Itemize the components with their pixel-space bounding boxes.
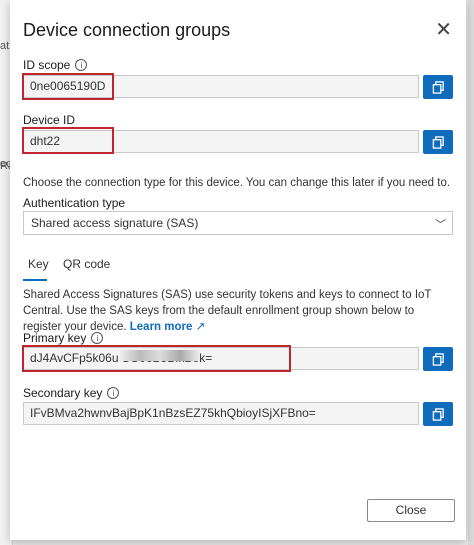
secondary-key-label: Secondary key i — [23, 386, 120, 400]
external-link-icon[interactable]: ↗ — [196, 321, 206, 333]
copy-icon — [432, 352, 444, 366]
id-scope-highlight — [22, 73, 114, 100]
secondary-key-field[interactable]: IFvBMva2hwnvBajBpK1nBzsEZ75khQbioyISjXFB… — [23, 402, 419, 425]
tab-key-underline — [23, 279, 47, 281]
device-id-label: Device ID — [23, 113, 75, 127]
background-scroll-edge — [468, 0, 474, 545]
tab-key[interactable]: Key — [28, 257, 49, 271]
primary-key-label: Primary key i — [23, 331, 104, 345]
background-text: at — [0, 40, 10, 52]
tab-qr-code[interactable]: QR code — [63, 257, 110, 271]
auth-type-select[interactable]: Shared access signature (SAS) ﹀ — [23, 211, 453, 235]
primary-key-highlight — [22, 345, 291, 372]
copy-icon — [432, 407, 444, 421]
info-icon[interactable]: i — [75, 59, 88, 71]
copy-device-id-button[interactable] — [423, 130, 453, 154]
sas-description: Shared Access Signatures (SAS) use secur… — [23, 287, 455, 335]
device-id-highlight — [22, 127, 114, 154]
auth-type-selected: Shared access signature (SAS) — [31, 216, 199, 230]
auth-type-label: Authentication type — [23, 196, 126, 210]
sas-description-text: Shared Access Signatures (SAS) use secur… — [23, 289, 432, 333]
info-icon[interactable]: i — [91, 332, 104, 344]
learn-more-link[interactable]: Learn more — [130, 321, 193, 333]
device-id-label-text: Device ID — [23, 113, 76, 127]
device-connection-dialog: Device connection groups ✕ ID scope i 0n… — [10, 0, 466, 540]
secondary-key-label-text: Secondary key — [23, 386, 103, 400]
copy-icon — [432, 135, 444, 149]
primary-key-label-text: Primary key — [23, 331, 87, 345]
id-scope-label-text: ID scope — [23, 58, 71, 72]
copy-secondary-key-button[interactable] — [423, 402, 453, 426]
id-scope-label: ID scope i — [23, 58, 88, 72]
info-icon[interactable]: i — [107, 387, 120, 399]
dialog-title: Device connection groups — [23, 20, 231, 40]
close-icon[interactable]: ✕ — [435, 20, 452, 40]
connection-hint: Choose the connection type for this devi… — [23, 177, 451, 189]
copy-icon — [432, 80, 444, 94]
copy-id-scope-button[interactable] — [423, 75, 453, 99]
copy-primary-key-button[interactable] — [423, 347, 453, 371]
chevron-down-icon: ﹀ — [435, 219, 446, 231]
close-button[interactable]: Close — [367, 499, 455, 522]
